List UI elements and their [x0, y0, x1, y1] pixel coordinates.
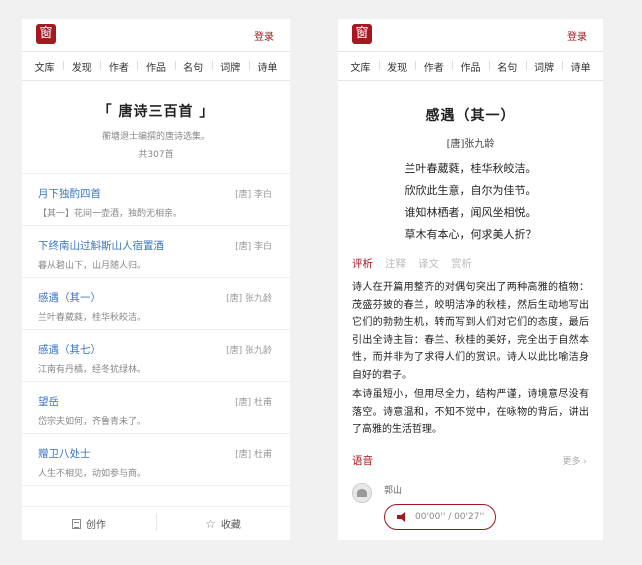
poem-verse: 兰叶春葳蕤，桂华秋皎洁。 — [404, 162, 537, 175]
list-item[interactable]: 下终南山过斛斯山人宿置酒 [唐] 李白 暮从碧山下，山月随人归。 — [22, 226, 290, 278]
list-item[interactable]: 赠卫八处士 [唐] 杜甫 人生不相见，动如参与商。 — [22, 434, 290, 486]
nav-item-quotes[interactable]: 名句 — [488, 59, 526, 74]
poem-excerpt: 江南有丹橘，经冬犹绿林。 — [38, 365, 147, 375]
list-item[interactable]: 感遇（其七） [唐] 张九龄 江南有丹橘，经冬犹绿林。 — [22, 330, 290, 382]
nav-item-quotes[interactable]: 名句 — [174, 59, 212, 74]
nav-item-library[interactable]: 文库 — [26, 59, 63, 74]
poem-detail-screen: 窗 登录 文库 发现 作者 作品 名句 词牌 诗单 感遇（其一） [唐]张九龄 … — [338, 19, 603, 540]
nav-item-cipai[interactable]: 词牌 — [525, 59, 563, 74]
login-link[interactable]: 登录 — [254, 28, 274, 43]
list-item[interactable]: 望岳 [唐] 杜甫 岱宗夫如何，齐鲁青未了。 — [22, 382, 290, 434]
poem-verse: 草木有本心，何求美人折？ — [404, 228, 537, 241]
analysis-paragraph: 诗人在开篇用整齐的对偶句突出了两种高雅的植物：茂盛芬披的春兰，皎明洁净的秋桂，然… — [352, 282, 589, 381]
audio-time: 00'00'' / 00'27'' — [415, 512, 485, 522]
app-logo-icon[interactable]: 窗 — [352, 24, 372, 44]
login-link[interactable]: 登录 — [567, 28, 587, 43]
collection-header: 「 唐诗三百首 」 蘅塘退士编撰的唐诗选集。 共307首 — [22, 81, 290, 174]
poem-list-screen: 窗 登录 文库 发现 作者 作品 名句 词牌 诗单 「 唐诗三百首 」 蘅塘退士… — [22, 19, 290, 540]
content-tabs: 评析 注释 译文 赏析 — [338, 256, 603, 271]
poem-title[interactable]: 望岳 — [38, 394, 59, 409]
poem-title[interactable]: 感遇（其一） — [38, 290, 101, 305]
poem-title[interactable]: 赠卫八处士 — [38, 446, 91, 461]
collection-subtitle: 蘅塘退士编撰的唐诗选集。 — [101, 132, 210, 142]
poem-verse: 欣欣此生意，自尔为佳节。 — [404, 184, 537, 197]
audio-section-title: 语音 — [352, 454, 373, 467]
poem-author: [唐] 杜甫 — [235, 450, 272, 460]
audio-player-button[interactable]: 00'00'' / 00'27'' — [384, 504, 496, 530]
nav-item-lists[interactable]: 诗单 — [562, 59, 599, 74]
nav-item-works[interactable]: 作品 — [452, 59, 489, 74]
avatar — [352, 483, 372, 503]
document-icon — [72, 518, 81, 529]
poem-title: 感遇（其一） — [425, 108, 516, 124]
poem-author[interactable]: [唐]张九龄 — [338, 135, 603, 150]
poem-excerpt: 人生不相见，动如参与商。 — [38, 469, 147, 479]
audio-section-header: 语音 更多 › — [338, 451, 603, 471]
poem-author: [唐] 李白 — [235, 190, 272, 200]
audio-more-link[interactable]: 更多 › — [563, 454, 587, 467]
poem-excerpt: 兰叶春葳蕤，桂华秋皎洁。 — [38, 313, 147, 323]
tab-notes[interactable]: 注释 — [385, 256, 406, 271]
favorite-button[interactable]: ☆ 收藏 — [156, 513, 290, 531]
nav-item-works[interactable]: 作品 — [137, 59, 174, 74]
poem-title[interactable]: 月下独酌四首 — [38, 186, 101, 201]
top-bar: 窗 登录 — [22, 19, 290, 51]
poem-title[interactable]: 下终南山过斛斯山人宿置酒 — [38, 238, 164, 253]
nav-item-authors[interactable]: 作者 — [415, 59, 452, 74]
nav-item-lists[interactable]: 诗单 — [248, 59, 286, 74]
main-nav: 文库 发现 作者 作品 名句 词牌 诗单 — [338, 51, 603, 81]
poem-author: [唐] 张九龄 — [226, 294, 272, 304]
tab-translation[interactable]: 译文 — [418, 256, 439, 271]
bottom-action-bar: 创作 ☆ 收藏 — [22, 506, 290, 540]
poem-author: [唐] 杜甫 — [235, 398, 272, 408]
poem-title[interactable]: 感遇（其七） — [38, 342, 101, 357]
list-item[interactable]: 感遇（其一） [唐] 张九龄 兰叶春葳蕤，桂华秋皎洁。 — [22, 278, 290, 330]
nav-item-library[interactable]: 文库 — [342, 59, 379, 74]
poem-excerpt: 岱宗夫如何，齐鲁青未了。 — [38, 417, 147, 427]
poem-excerpt: 【其一】花间一壶酒，独酌无相亲。 — [38, 209, 183, 219]
tab-appreciation[interactable]: 赏析 — [451, 256, 472, 271]
app-logo-icon[interactable]: 窗 — [36, 24, 56, 44]
main-nav: 文库 发现 作者 作品 名句 词牌 诗单 — [22, 51, 290, 81]
star-icon: ☆ — [205, 516, 216, 531]
nav-item-authors[interactable]: 作者 — [100, 59, 137, 74]
poem-excerpt: 暮从碧山下，山月随人归。 — [38, 261, 147, 271]
reader-name: 郭山 — [384, 486, 403, 496]
collection-title: 「 唐诗三百首 」 — [97, 104, 215, 120]
poem-verse: 谁知林栖者，闻风坐相悦。 — [404, 206, 537, 219]
analysis-paragraph: 本诗虽短小，但用尽全力，结构严谨，诗境意尽没有落空。诗意温和，不知不觉中，在咏物… — [352, 389, 589, 435]
poem-author: [唐] 李白 — [235, 242, 272, 252]
collection-count: 共307首 — [138, 150, 174, 160]
speaker-icon — [397, 512, 407, 522]
list-item[interactable]: 月下独酌四首 [唐] 李白 【其一】花间一壶酒，独酌无相亲。 — [22, 174, 290, 226]
create-button[interactable]: 创作 — [22, 516, 156, 531]
nav-item-discover[interactable]: 发现 — [378, 59, 416, 74]
favorite-label: 收藏 — [220, 520, 241, 531]
nav-item-cipai[interactable]: 词牌 — [211, 59, 249, 74]
nav-item-discover[interactable]: 发现 — [63, 59, 100, 74]
create-label: 创作 — [86, 520, 106, 531]
tab-analysis[interactable]: 评析 — [352, 256, 373, 271]
poem-body: 兰叶春葳蕤，桂华秋皎洁。 欣欣此生意，自尔为佳节。 谁知林栖者，闻风坐相悦。 草… — [338, 158, 603, 246]
poem-author: [唐] 张九龄 — [226, 346, 272, 356]
top-bar: 窗 登录 — [338, 19, 603, 51]
